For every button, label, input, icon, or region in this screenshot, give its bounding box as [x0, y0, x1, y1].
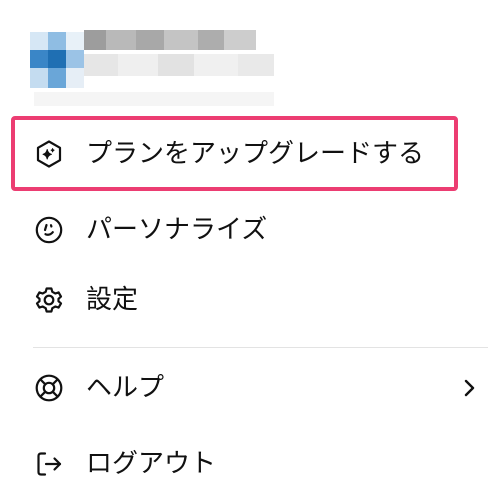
help-menu-item[interactable]: ヘルプ [20, 358, 480, 418]
menu-divider [33, 347, 488, 348]
gear-icon [34, 285, 64, 315]
logout-icon [34, 449, 64, 479]
help-label: ヘルプ [86, 373, 165, 403]
account-header[interactable] [0, 0, 498, 112]
personalize-icon [34, 215, 64, 245]
lifebuoy-icon [34, 373, 64, 403]
logout-menu-item[interactable]: ログアウト [20, 434, 480, 494]
personalize-label: パーソナライズ [86, 215, 268, 245]
account-name-redacted [84, 30, 256, 50]
highlight-box [11, 116, 458, 191]
chevron-right-icon [460, 377, 478, 399]
account-subtext-redacted [34, 92, 274, 106]
settings-label: 設定 [86, 285, 139, 315]
account-detail-redacted [84, 54, 274, 76]
avatar [30, 32, 84, 88]
personalize-menu-item[interactable]: パーソナライズ [20, 200, 480, 260]
settings-menu-item[interactable]: 設定 [20, 270, 480, 330]
logout-label: ログアウト [86, 449, 217, 479]
account-menu: プランをアップグレードする パーソナライズ 設定 ヘルプ ログアウト [0, 0, 498, 504]
